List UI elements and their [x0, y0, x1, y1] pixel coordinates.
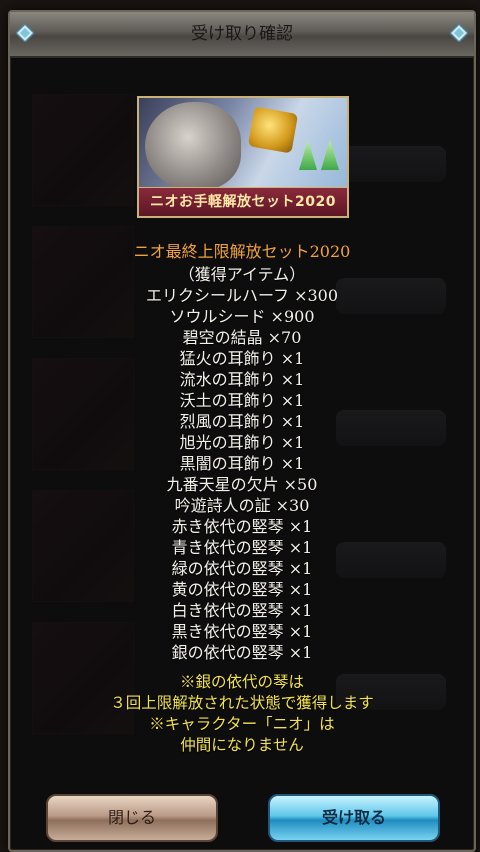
list-item: 流水の耳飾り ×1 [179, 370, 305, 389]
receive-confirm-dialog: 受け取り確認 ニオお手軽解放セット2020 ニオ最終上限解放セット2020 （獲… [8, 10, 476, 852]
note-line: ※キャラクター「ニオ」は [149, 715, 335, 733]
list-item: 青き依代の竪琴 ×1 [171, 538, 313, 557]
dialog-title: 受け取り確認 [191, 24, 293, 44]
item-list: （獲得アイテム） エリクシールハーフ ×300 ソウルシード ×900 碧空の結… [10, 264, 474, 663]
receive-button[interactable]: 受け取る [268, 794, 440, 842]
diamond-icon [450, 24, 468, 42]
title-bar: 受け取り確認 [10, 12, 474, 58]
list-item: 吟遊詩人の証 ×30 [174, 496, 310, 515]
banner-label: ニオお手軽解放セット2020 [139, 187, 347, 216]
list-item: 銀の依代の竪琴 ×1 [171, 643, 313, 662]
gem-icon [247, 106, 299, 154]
notes: ※銀の依代の琴は ３回上限解放された状態で獲得します ※キャラクター「ニオ」は … [10, 672, 474, 756]
note-line: ※銀の依代の琴は [179, 673, 304, 691]
set-name: ニオ最終上限解放セット2020 [133, 242, 351, 261]
note-line: ３回上限解放された状態で獲得します [110, 694, 374, 712]
list-item: 猛火の耳飾り ×1 [179, 349, 305, 368]
list-item: 碧空の結晶 ×70 [182, 328, 302, 347]
close-button[interactable]: 閉じる [46, 794, 218, 842]
earring-icon [299, 140, 317, 170]
list-item: 黄の依代の竪琴 ×1 [171, 580, 313, 599]
list-item: 沃土の耳飾り ×1 [179, 391, 305, 410]
list-item: 白き依代の竪琴 ×1 [171, 601, 313, 620]
list-item: ソウルシード ×900 [169, 307, 315, 326]
list-item: 黒き依代の竪琴 ×1 [171, 622, 313, 641]
list-item: 旭光の耳飾り ×1 [179, 433, 305, 452]
list-item: 烈風の耳飾り ×1 [179, 412, 305, 431]
list-item: 黒闇の耳飾り ×1 [179, 454, 305, 473]
item-list-header: （獲得アイテム） [178, 265, 306, 284]
earring-icon [321, 140, 339, 170]
list-item: 九番天星の欠片 ×50 [166, 475, 318, 494]
set-banner-image: ニオお手軽解放セット2020 [137, 96, 349, 218]
list-item: エリクシールハーフ ×300 [145, 286, 339, 305]
list-item: 緑の依代の竪琴 ×1 [171, 559, 313, 578]
note-line: 仲間になりません [180, 736, 304, 754]
list-item: 赤き依代の竪琴 ×1 [171, 517, 313, 536]
character-art [145, 102, 241, 190]
